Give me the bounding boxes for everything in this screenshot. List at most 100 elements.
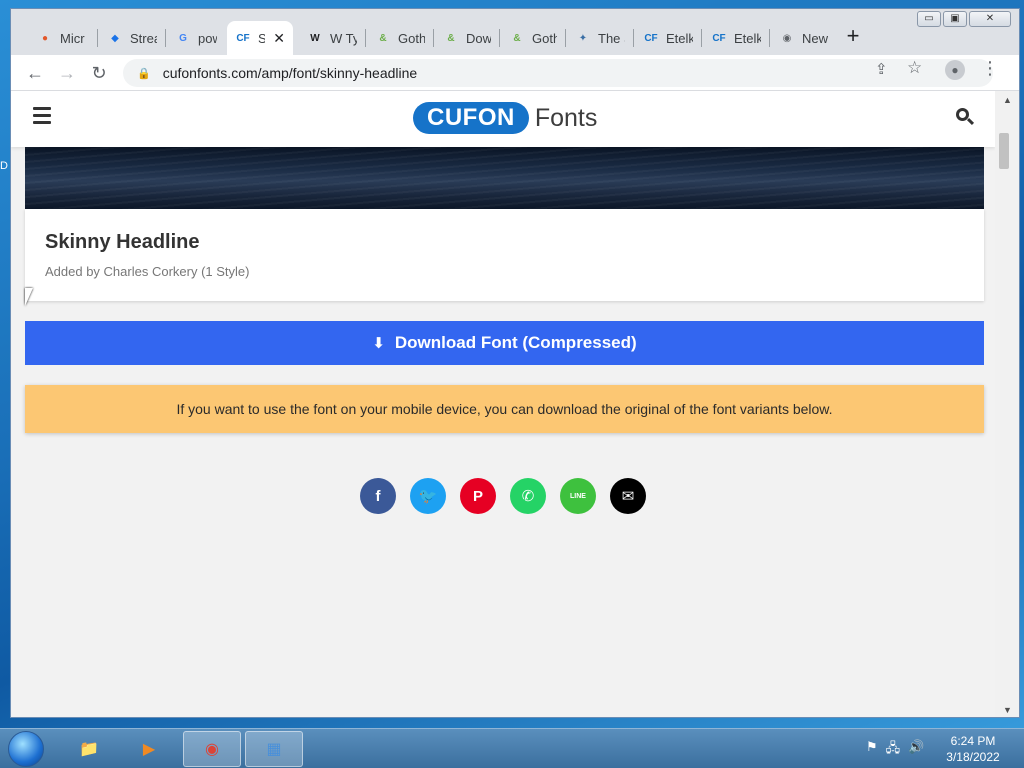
forward-button[interactable]: →	[53, 59, 81, 87]
browser-tab[interactable]: ✦ The S	[567, 21, 633, 55]
tab-separator	[433, 29, 434, 47]
minimize-button[interactable]: ▭	[917, 11, 941, 27]
share-buttons: f 🐦 P ✆ LINE ✉	[360, 478, 646, 514]
tab-label: S	[258, 31, 265, 46]
search-icon[interactable]	[955, 107, 975, 127]
restore-button[interactable]: ▣	[943, 11, 967, 27]
tab-separator	[165, 29, 166, 47]
notice-text: If you want to use the font on your mobi…	[176, 401, 833, 417]
line-icon[interactable]: LINE	[560, 478, 596, 514]
url-text[interactable]: cufonfonts.com/amp/font/skinny-headline	[163, 65, 417, 81]
mobile-notice: If you want to use the font on your mobi…	[25, 385, 984, 433]
logo-pill: CUFON	[413, 102, 529, 134]
window-controls: ▭ ▣ ✕	[917, 11, 1011, 27]
microsoft-edge-icon: ●	[41, 32, 49, 44]
taskbar: ⚑ 🖧 🔊 6:24 PM 3/18/2022 📁 ▶ ◉ ▦	[0, 728, 1024, 768]
network-icon[interactable]: 🖧	[886, 739, 901, 761]
twitter-icon[interactable]: 🐦	[410, 478, 446, 514]
new-tab-button[interactable]: +	[841, 25, 865, 49]
whatsapp-icon[interactable]: ✆	[510, 478, 546, 514]
tab-separator	[365, 29, 366, 47]
browser-tab[interactable]: CF Etelk	[635, 21, 701, 55]
address-bar[interactable]: 🔒 cufonfonts.com/amp/font/skinny-headlin…	[123, 59, 993, 87]
desktop-edge-letter: D	[0, 160, 8, 172]
bird-icon: ✦	[578, 32, 588, 44]
font-info-card: Skinny Headline Added by Charles Corkery…	[25, 209, 984, 301]
share-page-icon[interactable]: ⇪	[875, 60, 888, 78]
volume-icon[interactable]: 🔊	[908, 739, 924, 761]
taskbar-item[interactable]: ▶	[120, 731, 178, 767]
clock-date: 3/18/2022	[946, 750, 1000, 764]
system-clock[interactable]: 6:24 PM 3/18/2022	[940, 733, 1006, 765]
scroll-up-arrow-icon[interactable]: ▲	[1003, 95, 1012, 105]
browser-tab[interactable]: & Dow	[435, 21, 499, 55]
stream-icon: ◆	[111, 32, 119, 44]
ampersand-icon: &	[447, 32, 455, 44]
mouse-cursor-icon	[25, 288, 33, 306]
taskbar-item[interactable]: 📁	[60, 731, 118, 767]
browser-tab[interactable]: Gpowe	[167, 21, 225, 55]
media-player-icon: ▶	[142, 741, 156, 758]
chrome-icon: ◉	[205, 741, 219, 758]
taskbar-item[interactable]: ◉	[183, 731, 241, 767]
action-center-flag-icon[interactable]: ⚑	[866, 739, 878, 761]
scroll-thumb[interactable]	[999, 133, 1009, 169]
chrome-icon: ◉	[782, 32, 792, 44]
w-icon: W	[310, 32, 320, 44]
scroll-down-arrow-icon[interactable]: ▼	[1003, 705, 1012, 715]
browser-tab[interactable]: CF Etelk	[703, 21, 769, 55]
logo-text: Fonts	[534, 103, 598, 132]
cufon-icon: CF	[236, 32, 250, 44]
tab-label: Etelk	[666, 30, 693, 46]
font-meta: Added by Charles Corkery (1 Style)	[45, 264, 250, 279]
close-window-button[interactable]: ✕	[969, 11, 1011, 27]
page-viewport: CUFON Fonts Skinny Headline Added by Cha…	[11, 91, 995, 717]
browser-tab[interactable]: &Goth	[367, 21, 433, 55]
start-button[interactable]	[8, 731, 44, 767]
profile-icon[interactable]: ●	[945, 60, 965, 80]
browser-tab[interactable]: ◆ Strea	[99, 21, 165, 55]
system-tray: ⚑ 🖧 🔊	[866, 739, 924, 761]
site-logo[interactable]: CUFON Fonts	[413, 102, 597, 134]
tab-separator	[701, 29, 702, 47]
pinterest-icon[interactable]: P	[460, 478, 496, 514]
reload-button[interactable]: ↻	[85, 59, 113, 87]
bookmark-star-icon[interactable]: ☆	[907, 58, 922, 78]
ampersand-icon: &	[379, 32, 387, 44]
tab-separator	[565, 29, 566, 47]
browser-window: + ▭ ▣ ✕ ●Micr◆StreaGpoweCFS✕WW Ty&Goth&D…	[10, 8, 1020, 718]
facebook-icon[interactable]: f	[360, 478, 396, 514]
tab-label: Goth	[398, 30, 425, 46]
font-preview-image	[25, 147, 984, 209]
cufon-icon: CF	[712, 32, 726, 44]
tab-close-icon[interactable]: ✕	[273, 30, 285, 47]
browser-tab[interactable]: CF S ✕	[227, 21, 293, 55]
cufon-icon: CF	[644, 32, 658, 44]
browser-tab[interactable]: ● Micr	[29, 21, 97, 55]
browser-tab[interactable]: ◉ New	[771, 21, 837, 55]
tab-label: Dow	[466, 30, 491, 46]
tab-label: Strea	[130, 30, 157, 46]
download-icon: ⬇	[372, 335, 385, 352]
browser-tab[interactable]: &Goth	[501, 21, 565, 55]
clock-time: 6:24 PM	[950, 734, 996, 748]
back-button[interactable]: ←	[21, 59, 49, 87]
tab-separator	[97, 29, 98, 47]
browser-tab[interactable]: W W Ty	[299, 21, 365, 55]
file-explorer-icon: 📁	[79, 741, 99, 758]
tab-label: The S	[598, 30, 625, 46]
download-font-button[interactable]: ⬇ Download Font (Compressed)	[25, 321, 984, 365]
control-panel-icon: ▦	[266, 741, 282, 758]
browser-menu-icon[interactable]: ⋮	[981, 58, 999, 79]
email-icon[interactable]: ✉	[610, 478, 646, 514]
tab-label: powe	[198, 30, 217, 46]
tab-label: Micr	[60, 30, 85, 46]
browser-toolbar: ← → ↻ 🔒 cufonfonts.com/amp/font/skinny-h…	[11, 55, 1019, 91]
taskbar-item[interactable]: ▦	[245, 731, 303, 767]
tab-separator	[633, 29, 634, 47]
page-scrollbar[interactable]: ▲ ▼	[995, 91, 1019, 717]
google-icon: G	[179, 32, 187, 44]
tab-label: Goth	[532, 30, 557, 46]
hamburger-menu-icon[interactable]	[33, 107, 51, 128]
site-header: CUFON Fonts	[11, 91, 995, 147]
